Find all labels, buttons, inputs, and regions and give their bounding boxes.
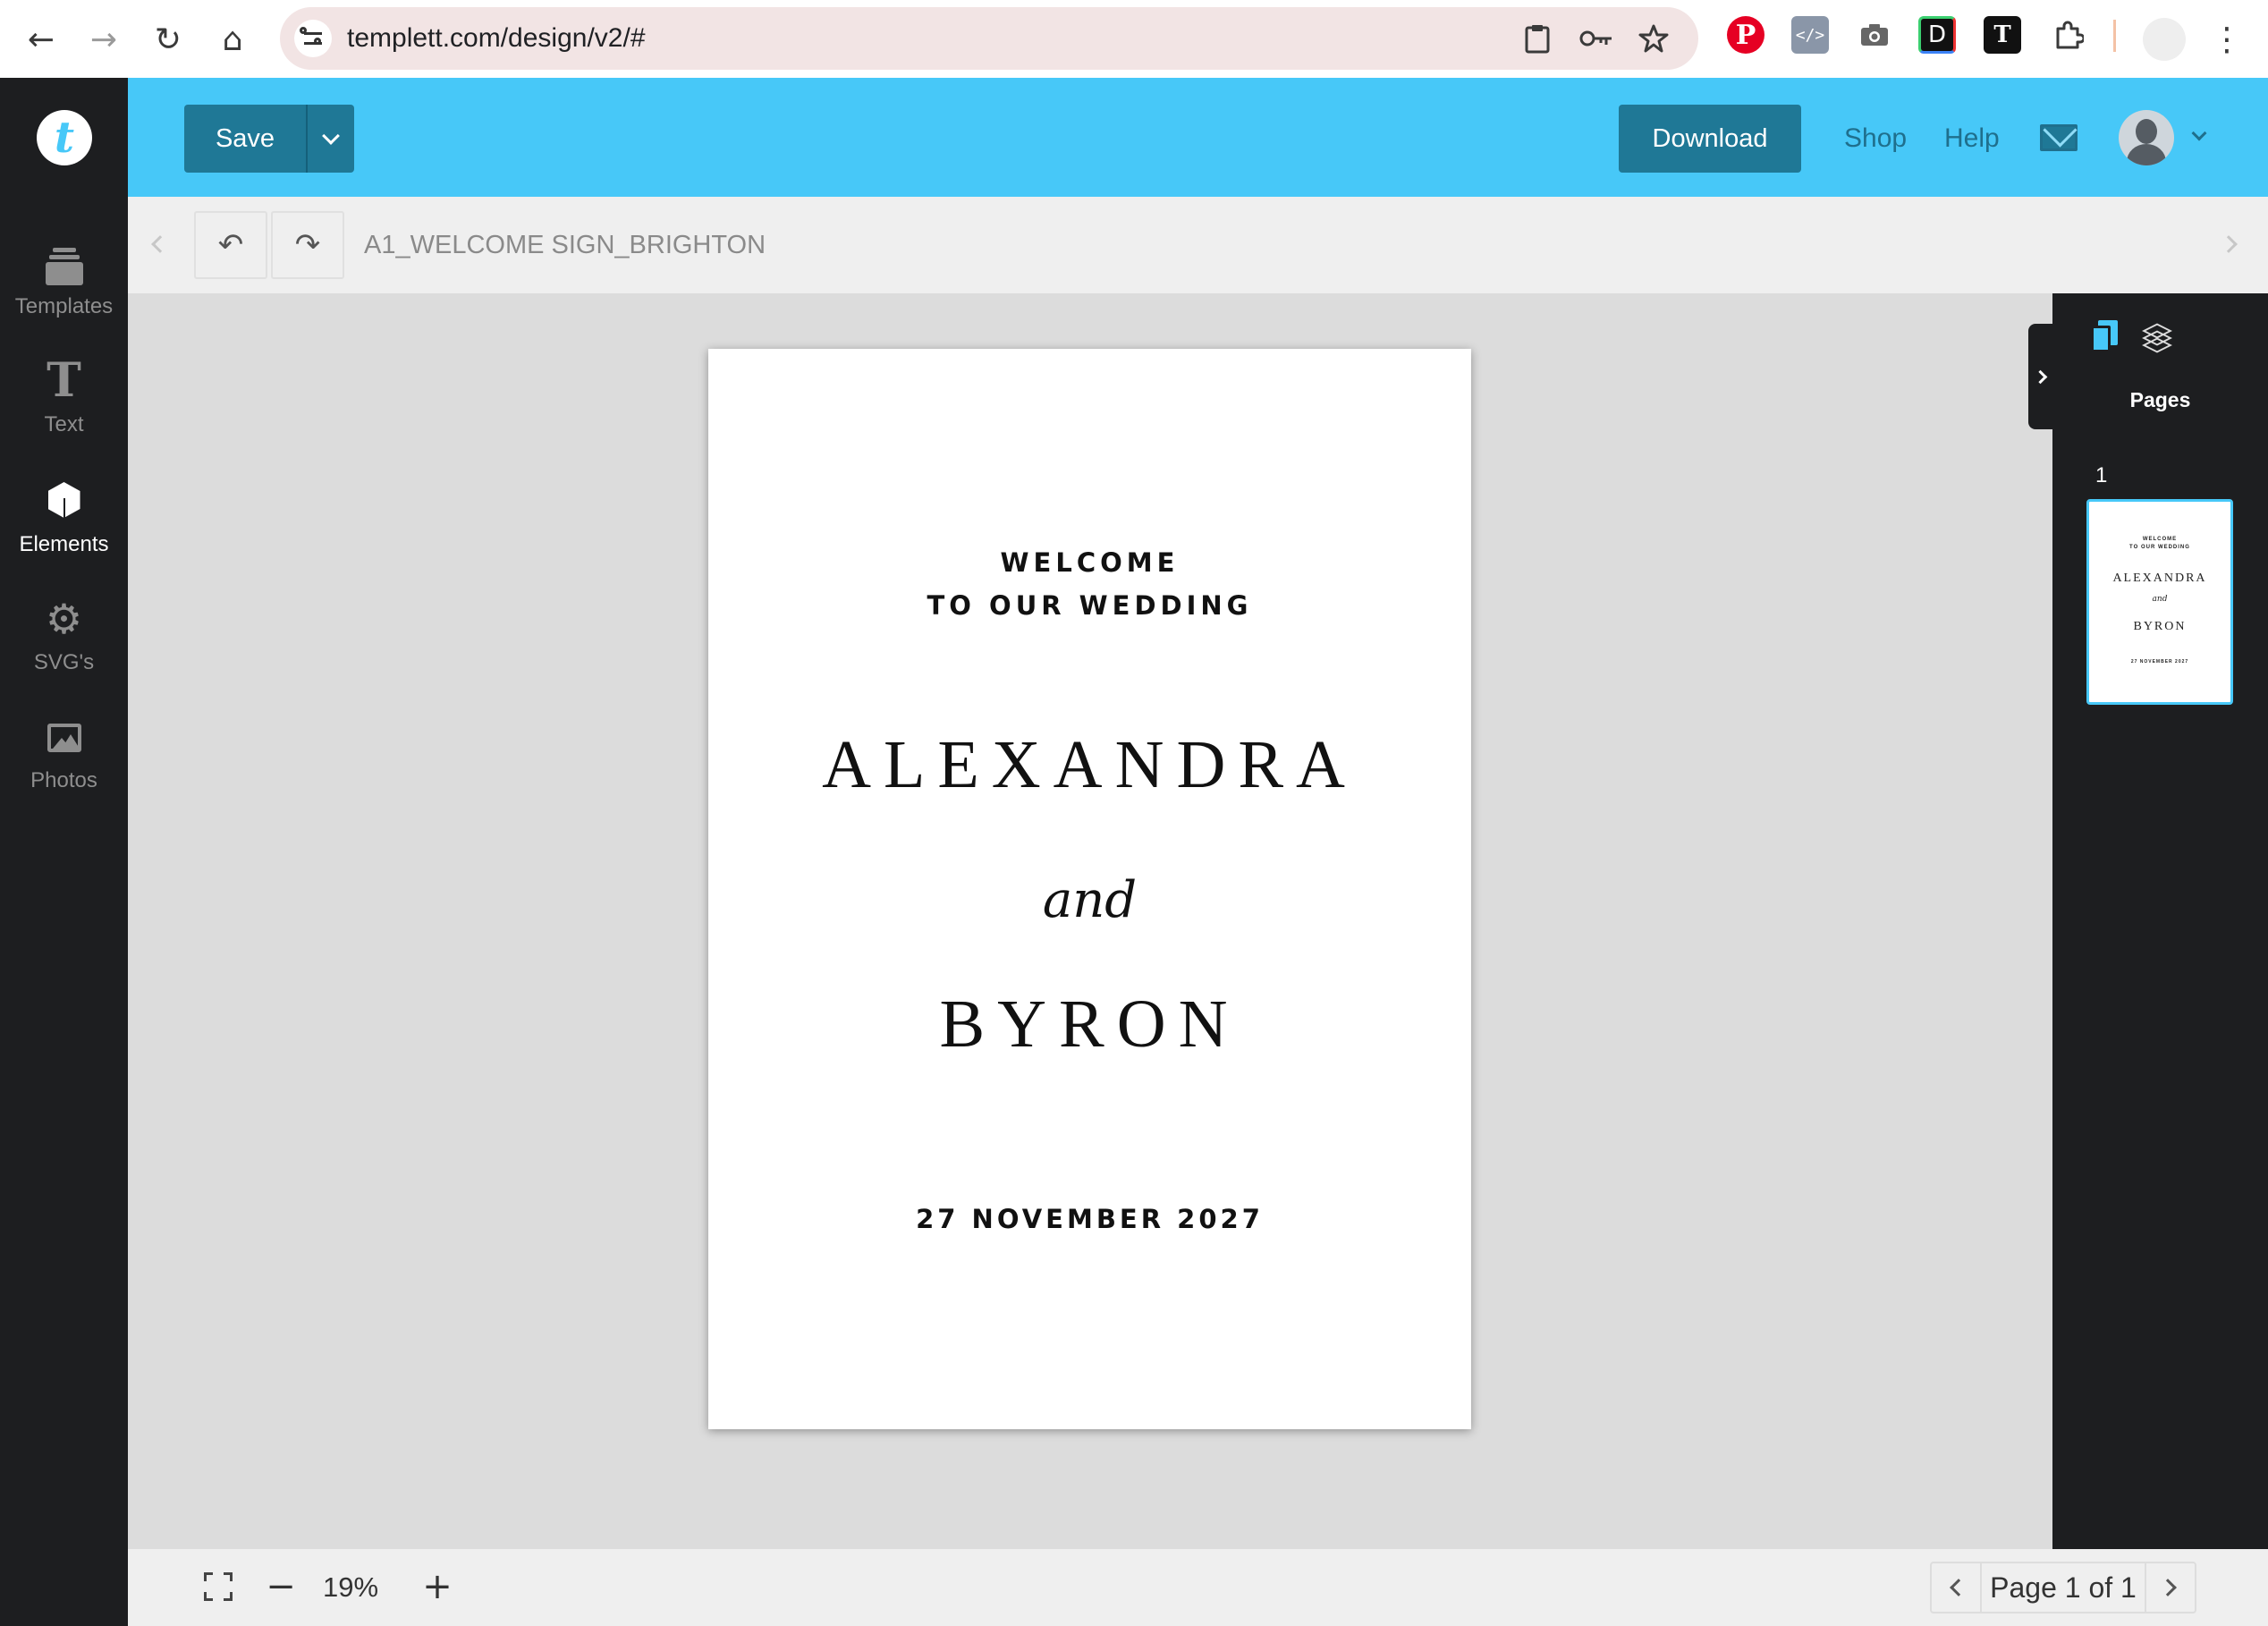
sidebar-item-templates[interactable]: Templates bbox=[0, 222, 128, 338]
undo-button[interactable]: ↶ bbox=[194, 211, 267, 279]
extensions-puzzle-icon[interactable] bbox=[2050, 16, 2087, 54]
document-name[interactable]: A1_WELCOME SIGN_BRIGHTON bbox=[364, 197, 766, 293]
chevron-left-icon bbox=[1950, 1579, 1968, 1596]
text-tool-icon[interactable]: T bbox=[1984, 16, 2021, 54]
and-script-text[interactable]: and bbox=[708, 869, 1471, 932]
sidebar-item-label: SVG's bbox=[33, 650, 95, 674]
clipboard-icon[interactable] bbox=[1519, 20, 1556, 57]
more-menu-icon[interactable]: ⋮ bbox=[2209, 14, 2245, 64]
welcome-text[interactable]: WELCOME TO OUR WEDDING bbox=[708, 541, 1471, 627]
welcome-line-2: TO OUR WEDDING bbox=[927, 590, 1253, 621]
download-button[interactable]: Download bbox=[1619, 105, 1801, 173]
page-indicator: Page 1 of 1 bbox=[1990, 1571, 2137, 1604]
thumbnail-date: 27 NOVEMBER 2027 bbox=[2130, 659, 2189, 665]
back-arrow-icon[interactable]: ← bbox=[16, 14, 66, 64]
left-sidebar: Templates T Text Elements ⚙ SVG's Photos bbox=[0, 197, 128, 1626]
zoom-level[interactable]: 19% bbox=[323, 1549, 378, 1626]
thumbnail-welcome-text: WELCOME TO OUR WEDDING bbox=[2089, 536, 2230, 552]
design-canvas-area[interactable]: WELCOME TO OUR WEDDING ALEXANDRA and BYR… bbox=[128, 293, 2052, 1549]
pages-panel: Pages 1 WELCOME TO OUR WEDDING ALEXANDRA… bbox=[2052, 293, 2268, 1549]
editor-toolbar: ↶ ↷ A1_WELCOME SIGN_BRIGHTON bbox=[128, 197, 2052, 293]
thumbnail-welcome-line-2: TO OUR WEDDING bbox=[2129, 545, 2190, 550]
welcome-line-1: WELCOME bbox=[1000, 547, 1180, 578]
address-bar[interactable]: templett.com/design/v2/# bbox=[280, 7, 1698, 70]
chevron-down-icon bbox=[2191, 125, 2207, 141]
sidebar-item-label: Photos bbox=[30, 768, 97, 792]
sidebar-item-label: Text bbox=[44, 412, 84, 436]
bookmark-star-icon[interactable] bbox=[1635, 20, 1672, 57]
shop-link[interactable]: Shop bbox=[1844, 105, 1907, 173]
sidebar-item-label: Templates bbox=[14, 294, 114, 318]
chevron-left-icon[interactable] bbox=[151, 235, 169, 253]
page-thumbnail[interactable]: WELCOME TO OUR WEDDING ALEXANDRA and BYR… bbox=[2086, 499, 2233, 705]
sidebar-item-elements[interactable]: Elements bbox=[0, 460, 128, 576]
sidebar-item-svgs[interactable]: ⚙ SVG's bbox=[0, 578, 128, 694]
gear-icon: ⚙ bbox=[45, 595, 83, 643]
thumbnail-second-name: BYRON bbox=[2133, 620, 2187, 633]
sidebar-item-photos[interactable]: Photos bbox=[0, 696, 128, 812]
previous-page-button[interactable] bbox=[1932, 1563, 1982, 1612]
home-icon[interactable]: ⌂ bbox=[207, 14, 258, 64]
thumbnail-welcome-line-1: WELCOME bbox=[2142, 537, 2178, 542]
sidebar-item-text[interactable]: T Text bbox=[0, 340, 128, 456]
page-thumbnail-number: 1 bbox=[2095, 463, 2108, 487]
photos-icon bbox=[42, 715, 87, 759]
templates-icon bbox=[42, 241, 87, 285]
browser-toolbar: ← → ↻ ⌂ templett.com/design/v2/# P </> D… bbox=[0, 0, 2268, 78]
help-link[interactable]: Help bbox=[1944, 105, 2000, 173]
layers-icon[interactable] bbox=[2142, 322, 2172, 353]
mail-icon[interactable] bbox=[2040, 124, 2078, 151]
date-text[interactable]: 27 NOVEMBER 2027 bbox=[708, 1201, 1471, 1237]
url-text[interactable]: templett.com/design/v2/# bbox=[347, 7, 646, 70]
fullscreen-icon[interactable] bbox=[204, 1572, 233, 1601]
browser-profile-avatar[interactable] bbox=[2143, 18, 2186, 61]
code-icon[interactable]: </> bbox=[1791, 16, 1829, 54]
forward-arrow-icon[interactable]: → bbox=[79, 14, 129, 64]
account-menu-chevron[interactable] bbox=[2191, 125, 2207, 141]
chevron-down-icon bbox=[322, 127, 340, 145]
camera-icon[interactable] bbox=[1856, 16, 1893, 54]
password-key-icon[interactable] bbox=[1578, 20, 1615, 57]
templett-logo[interactable]: t bbox=[37, 110, 92, 165]
page-navigator: Page 1 of 1 bbox=[1930, 1562, 2196, 1613]
user-avatar[interactable] bbox=[2119, 110, 2174, 165]
reload-icon[interactable]: ↻ bbox=[143, 14, 193, 64]
panel-collapse-toggle[interactable] bbox=[2028, 324, 2055, 429]
toolbar-divider bbox=[2113, 20, 2116, 52]
app-header: Save Download Shop Help bbox=[128, 78, 2268, 197]
second-name-text[interactable]: BYRON bbox=[708, 984, 1471, 1064]
thumbnail-first-name: ALEXANDRA bbox=[2112, 572, 2207, 585]
zoom-in-button[interactable]: + bbox=[416, 1565, 459, 1608]
save-button-group: Save bbox=[184, 105, 354, 173]
thumbnail-and-text: and bbox=[2152, 595, 2168, 604]
color-picker-icon[interactable]: D bbox=[1918, 16, 1956, 54]
save-button[interactable]: Save bbox=[184, 105, 306, 173]
first-name-text[interactable]: ALEXANDRA bbox=[708, 724, 1471, 805]
app-logo-area: t bbox=[0, 78, 128, 197]
save-dropdown-button[interactable] bbox=[308, 105, 354, 173]
redo-button[interactable]: ↷ bbox=[271, 211, 344, 279]
chevron-right-icon bbox=[2159, 1579, 2177, 1596]
text-icon: T bbox=[47, 353, 81, 408]
pinterest-icon[interactable]: P bbox=[1727, 16, 1764, 54]
bottom-bar: − 19% + Page 1 of 1 bbox=[128, 1549, 2268, 1626]
chevron-right-icon[interactable] bbox=[2220, 235, 2238, 253]
chevron-right-icon bbox=[2033, 369, 2047, 384]
zoom-out-button[interactable]: − bbox=[259, 1565, 302, 1608]
toolbar-right-area bbox=[2052, 197, 2268, 293]
pages-heading: Pages bbox=[2129, 388, 2191, 411]
sidebar-item-label: Elements bbox=[19, 532, 109, 556]
next-page-button[interactable] bbox=[2145, 1563, 2195, 1612]
pages-icon[interactable] bbox=[2091, 320, 2118, 352]
site-settings-icon[interactable] bbox=[294, 20, 332, 57]
cube-icon bbox=[42, 478, 87, 523]
design-page[interactable]: WELCOME TO OUR WEDDING ALEXANDRA and BYR… bbox=[708, 349, 1471, 1429]
